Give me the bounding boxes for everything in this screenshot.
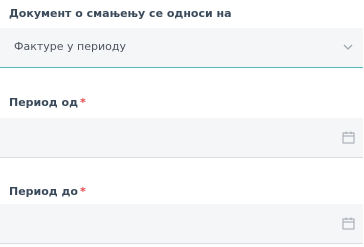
period-to-date-input[interactable] — [0, 204, 363, 244]
chevron-down-icon[interactable] — [341, 40, 355, 54]
document-reduction-select[interactable]: Фактуре у периоду — [0, 28, 363, 68]
document-reduction-selected-value: Фактуре у периоду — [14, 40, 126, 53]
period-from-label: Период од * — [9, 96, 86, 109]
document-reduction-label-text: Документ о смањењу се односи на — [9, 7, 232, 20]
period-to-label-text: Период до — [9, 185, 78, 198]
required-marker: * — [79, 96, 86, 109]
calendar-icon[interactable] — [342, 217, 355, 230]
calendar-icon[interactable] — [342, 131, 355, 144]
document-reduction-label: Документ о смањењу се односи на — [9, 7, 232, 20]
period-from-date-input[interactable] — [0, 118, 363, 158]
reduction-form: Документ о смањењу се односи на Фактуре … — [0, 0, 364, 247]
period-from-label-text: Период од — [9, 96, 78, 109]
required-marker: * — [79, 185, 86, 198]
period-to-label: Период до * — [9, 185, 86, 198]
